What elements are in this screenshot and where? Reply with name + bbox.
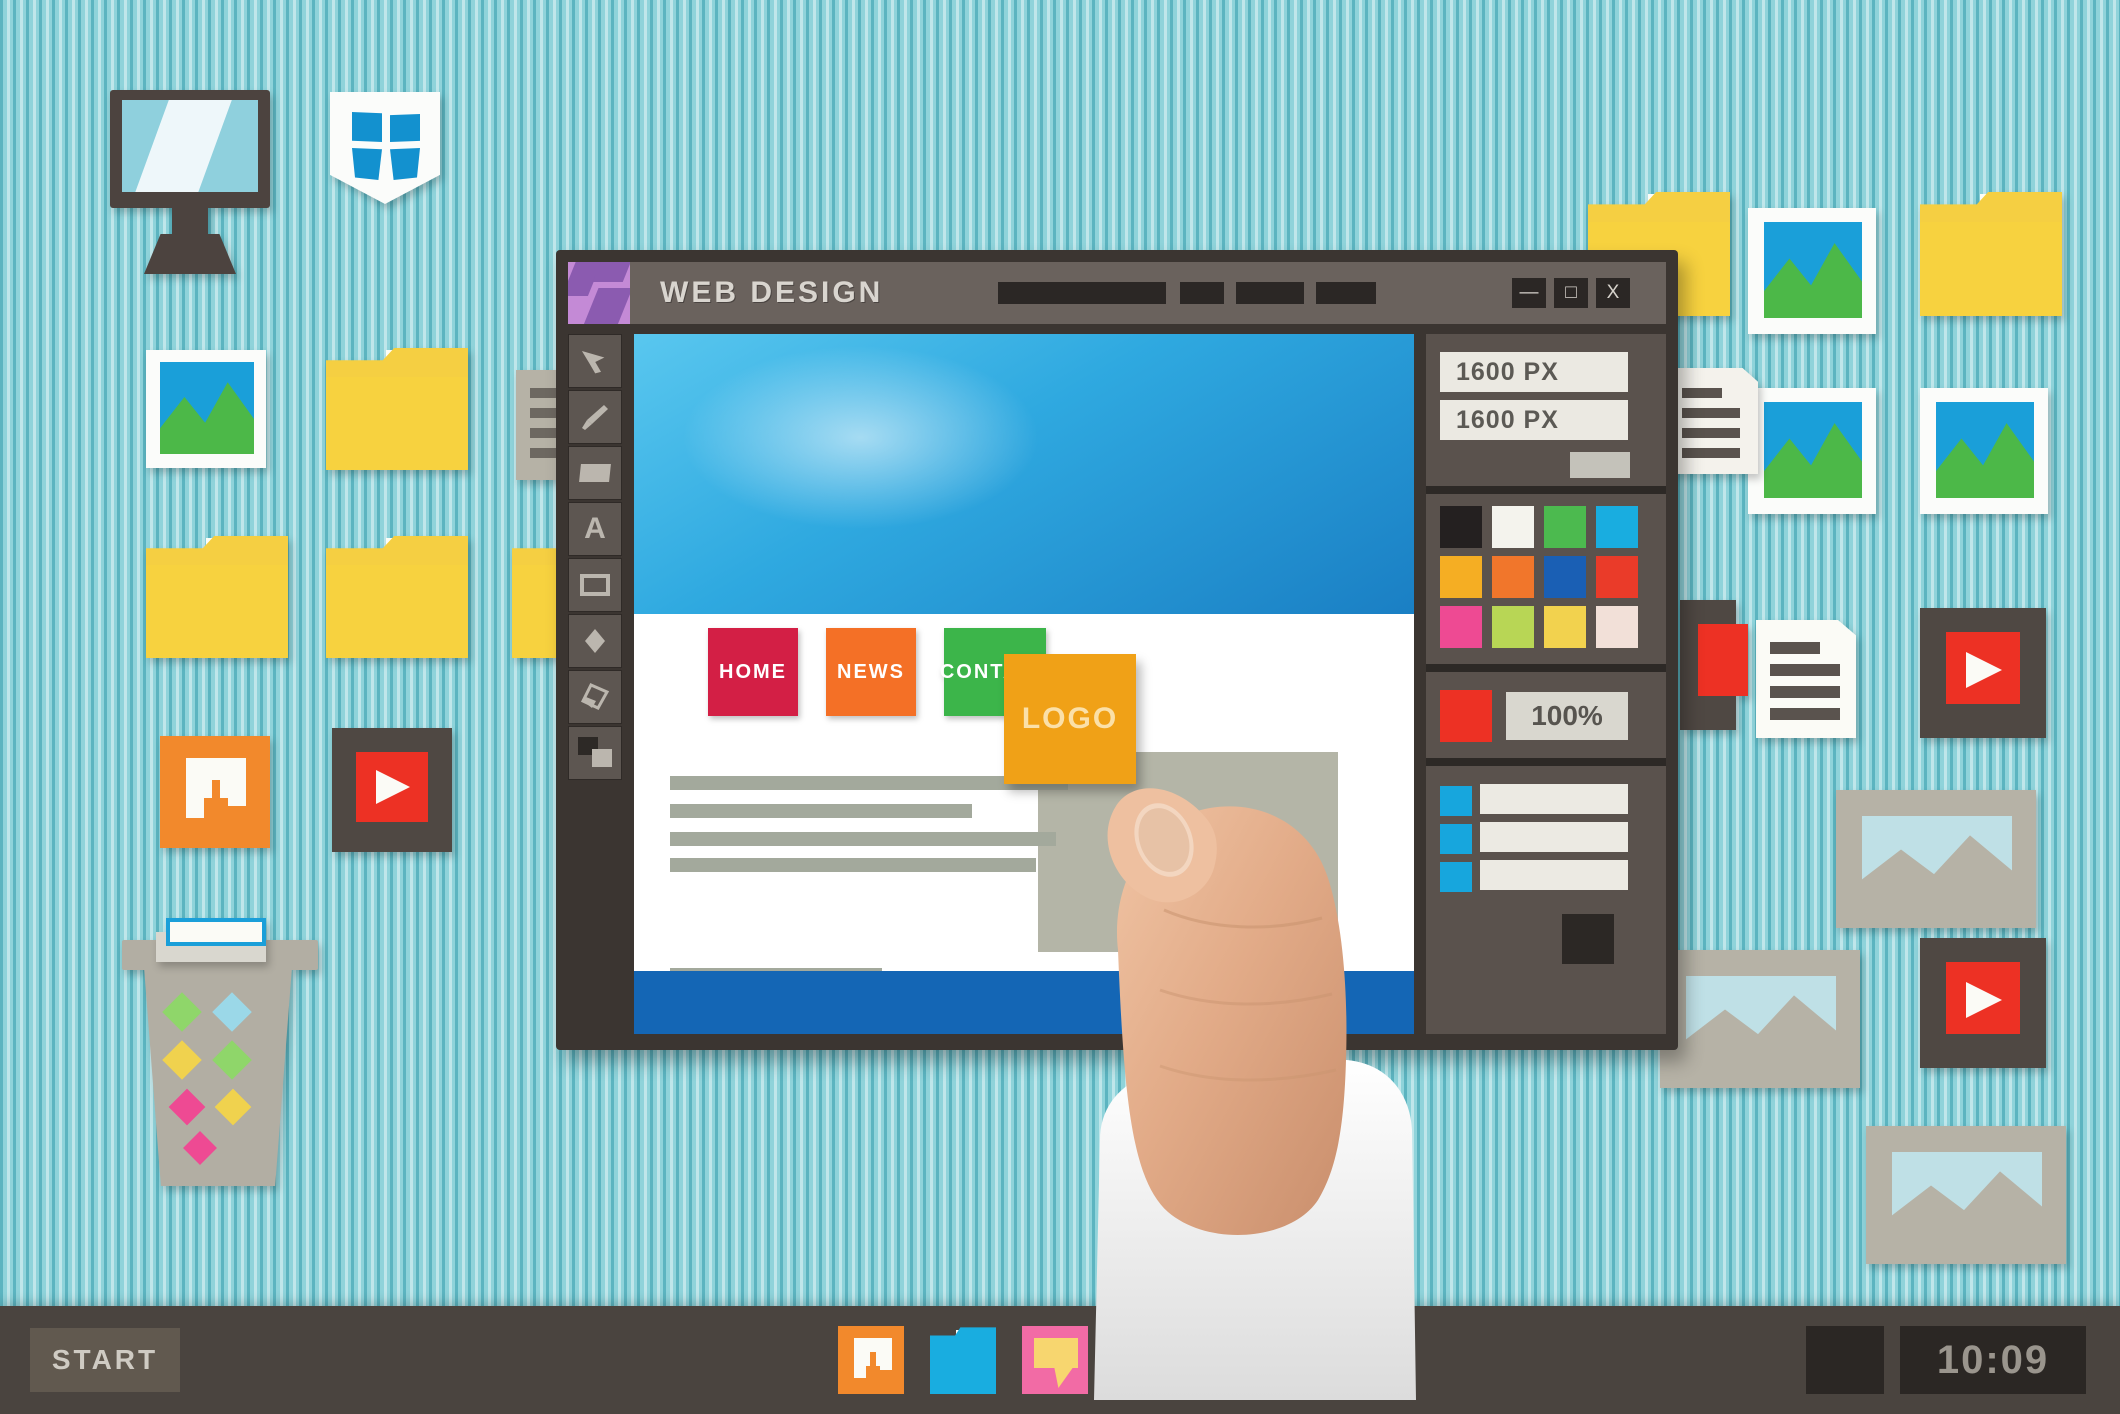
window-title: WEB DESIGN (660, 276, 884, 309)
panel-divider (1426, 758, 1666, 766)
desktop-icon-picture[interactable] (1920, 388, 2048, 514)
color-swatch-tool[interactable] (568, 726, 622, 780)
application-window[interactable]: WEB DESIGN — □ X A HOME NEWS CONTACT 160… (556, 250, 1678, 1050)
height-field[interactable]: 1600 PX (1440, 400, 1628, 440)
palette-swatch[interactable] (1544, 556, 1586, 598)
palette-swatch[interactable] (1596, 556, 1638, 598)
desktop-icon-folder[interactable] (146, 536, 288, 658)
desktop-icon-music[interactable] (160, 736, 270, 848)
desktop-icon-picture[interactable] (1748, 208, 1876, 334)
palette-swatch[interactable] (1492, 556, 1534, 598)
eraser-tool[interactable] (568, 670, 622, 724)
text-a-icon: A (584, 512, 606, 545)
active-color-swatch[interactable] (1440, 690, 1492, 742)
nav-label: NEWS (837, 660, 905, 683)
desktop-icon-recycle-bin[interactable] (122, 940, 318, 1190)
zoom-level[interactable]: 100% (1506, 692, 1628, 740)
desktop-icon-video[interactable] (1680, 600, 1748, 730)
desktop-icon-image-placeholder[interactable] (1836, 790, 2036, 928)
desktop-icon-shield[interactable] (330, 92, 440, 204)
text-line (670, 858, 1036, 872)
nav-label: HOME (719, 660, 787, 683)
layer-marker[interactable] (1440, 786, 1472, 816)
title-bar[interactable]: WEB DESIGN — □ X (568, 262, 1666, 324)
text-line (670, 832, 1056, 846)
palette-swatch[interactable] (1440, 606, 1482, 648)
menu-chip[interactable] (998, 282, 1166, 304)
menu-chip[interactable] (1316, 282, 1376, 304)
desktop-icon-document[interactable] (1756, 620, 1856, 738)
shape-tool[interactable] (568, 614, 622, 668)
taskbar-music-icon[interactable] (838, 1326, 904, 1394)
text-line (670, 804, 972, 818)
app-logo-icon (568, 262, 630, 324)
palette-swatch[interactable] (1596, 606, 1638, 648)
desktop-icon-picture[interactable] (1748, 388, 1876, 514)
panel-divider (1426, 664, 1666, 672)
rectangle-tool[interactable] (568, 558, 622, 612)
tool-palette[interactable]: A (568, 334, 628, 1034)
palette-swatch[interactable] (1492, 506, 1534, 548)
fill-rect-tool[interactable] (568, 446, 622, 500)
properties-panel[interactable]: 1600 PX 1600 PX 100% (1426, 334, 1666, 1034)
desktop-icon-video[interactable] (332, 728, 452, 852)
text-tool[interactable]: A (568, 502, 622, 556)
start-button[interactable]: START (30, 1328, 180, 1392)
canvas-footer-band (634, 971, 1414, 1034)
palette-swatch[interactable] (1596, 506, 1638, 548)
system-tray[interactable] (1806, 1326, 1884, 1394)
panel-chip[interactable] (1570, 452, 1630, 478)
minimize-button[interactable]: — (1512, 278, 1546, 308)
panel-divider (1426, 486, 1666, 494)
layer-marker[interactable] (1440, 824, 1472, 854)
taskbar-folder-icon[interactable] (930, 1326, 996, 1394)
layer-row[interactable] (1480, 784, 1628, 814)
nav-button-news[interactable]: NEWS (826, 628, 916, 716)
desktop-icon-video[interactable] (1920, 938, 2046, 1068)
desktop-icon-image-placeholder[interactable] (1660, 950, 1860, 1088)
taskbar[interactable]: START 10:09 (0, 1306, 2120, 1414)
nav-button-home[interactable]: HOME (708, 628, 798, 716)
taskbar-chat-icon[interactable] (1022, 1326, 1088, 1394)
hero-banner (634, 334, 1414, 614)
taskbar-video-icon[interactable] (1114, 1326, 1180, 1394)
maximize-button[interactable]: □ (1554, 278, 1588, 308)
layer-marker[interactable] (1440, 862, 1472, 892)
palette-swatch[interactable] (1492, 606, 1534, 648)
brush-tool[interactable] (568, 390, 622, 444)
logo-card-label: LOGO (1021, 702, 1119, 735)
desktop-icon-folder[interactable] (326, 536, 468, 658)
close-button[interactable]: X (1596, 278, 1630, 308)
panel-chip[interactable] (1562, 914, 1614, 964)
cursor-tool[interactable] (568, 334, 622, 388)
palette-swatch[interactable] (1440, 506, 1482, 548)
palette-swatch[interactable] (1440, 556, 1482, 598)
palette-swatch[interactable] (1544, 606, 1586, 648)
desktop-icon-paper-stack[interactable] (156, 918, 276, 962)
desktop-icon-folder[interactable] (1920, 192, 2062, 316)
desktop-icon-image-placeholder[interactable] (1866, 1126, 2066, 1264)
desktop-icon-monitor[interactable] (110, 90, 280, 274)
desktop-icon-folder[interactable] (326, 348, 468, 470)
desktop-icon-picture[interactable] (146, 350, 266, 468)
layer-row[interactable] (1480, 822, 1628, 852)
desktop-icon-document[interactable] (1672, 368, 1758, 474)
logo-card[interactable]: LOGO (1004, 654, 1136, 784)
menu-chip[interactable] (1180, 282, 1224, 304)
layer-row[interactable] (1480, 860, 1628, 890)
menu-chip[interactable] (1236, 282, 1304, 304)
hero-glow (680, 345, 1040, 530)
palette-swatch[interactable] (1544, 506, 1586, 548)
width-field[interactable]: 1600 PX (1440, 352, 1628, 392)
desktop-icon-video[interactable] (1920, 608, 2046, 738)
taskbar-clock[interactable]: 10:09 (1900, 1326, 2086, 1394)
